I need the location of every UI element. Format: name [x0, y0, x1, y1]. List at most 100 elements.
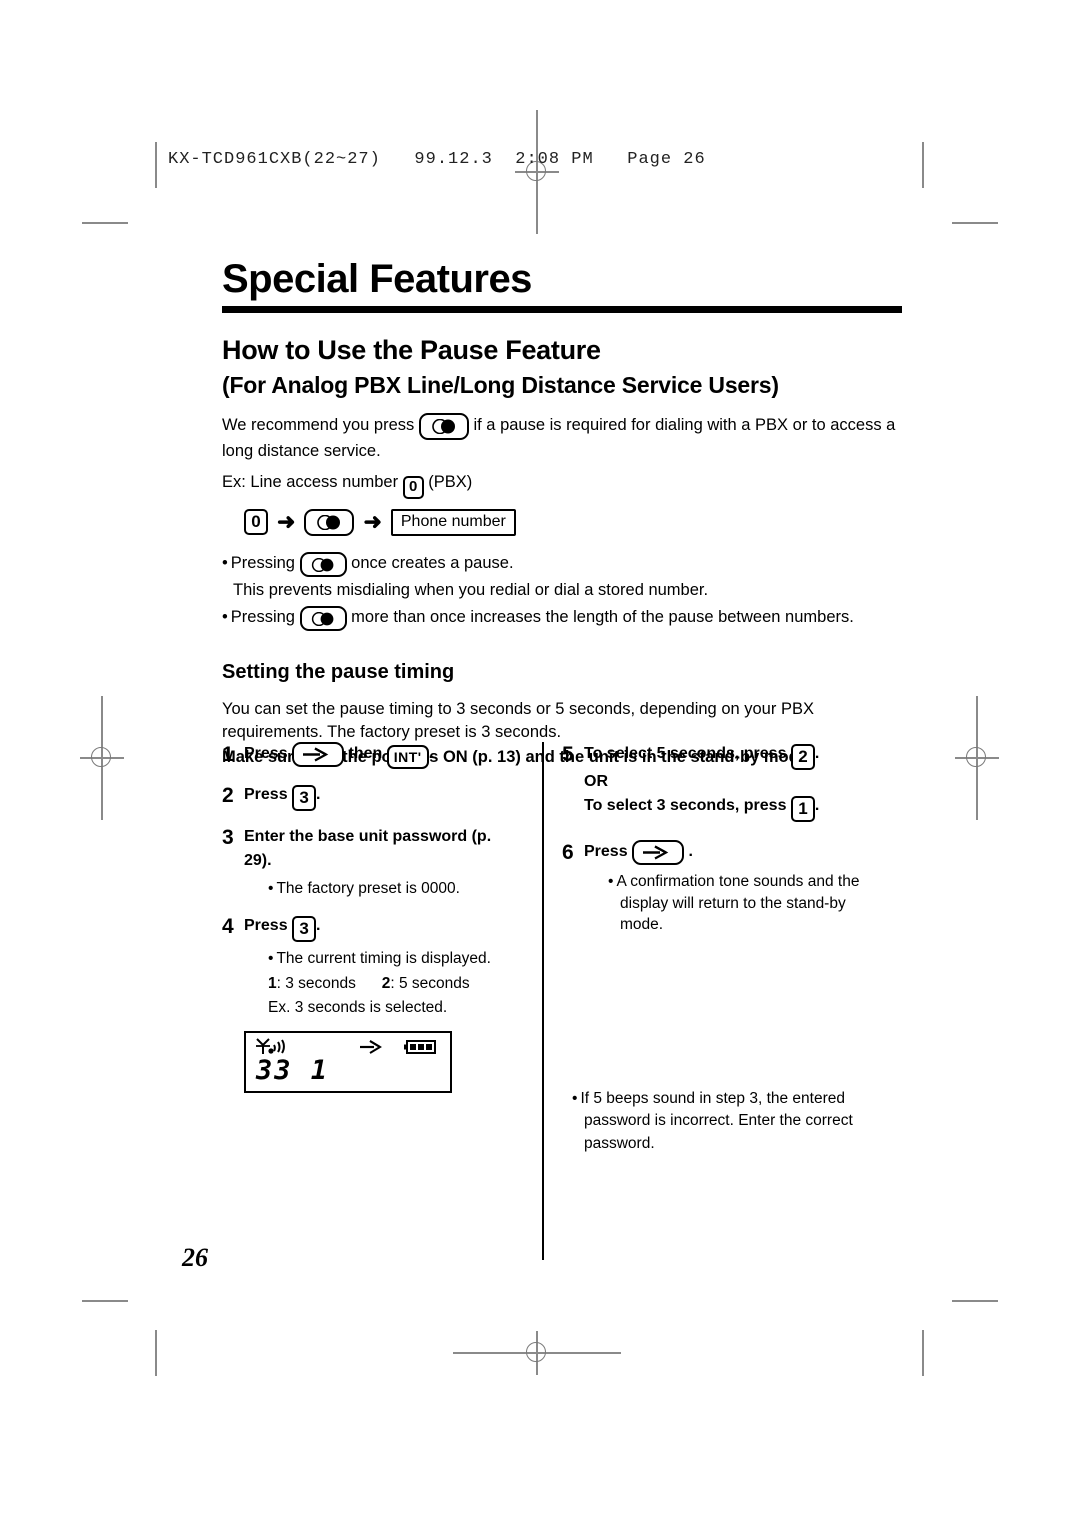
intro-paragraph: We recommend you press if a pause is req… [222, 413, 902, 463]
step-4-post: . [316, 916, 321, 934]
pause-timing-paragraph: You can set the pause timing to 3 second… [222, 700, 814, 742]
pause-key-icon [418, 413, 469, 440]
step-6-number: 6 [562, 840, 574, 864]
step-2: 2 Press 3. [222, 783, 522, 812]
step-6-note: • A confirmation tone sounds and the disp… [608, 871, 882, 936]
chapter-title: Special Features [222, 257, 532, 301]
steps-area: 1 Press then INT'. 2 Press 3. 3 Enter th… [222, 742, 902, 1262]
lcd-digits: 33 1 [256, 1054, 330, 1086]
option-2-label: : 5 seconds [390, 974, 470, 992]
arrow-icon [358, 1039, 388, 1060]
step-5-line2-pre: To select 3 seconds, press [584, 796, 787, 814]
registration-mark-bottom-center [453, 1331, 621, 1375]
step-4-body: Press 3. • The current timing is displaye… [244, 914, 522, 1019]
steps-column-right: 5 To select 5 seconds, press 2. OR To se… [562, 742, 882, 1155]
password-error-note: • If 5 beeps sound in step 3, the entered… [572, 1088, 882, 1155]
dial-sequence: 0 ➜ ➜ Phone number [244, 508, 902, 536]
password-error-text: If 5 beeps sound in step 3, the entered … [580, 1089, 853, 1152]
phone-number-box: Phone number [390, 508, 516, 536]
bullet-2: • Pressing more than once increases the l… [222, 606, 902, 632]
step-5-line2: To select 3 seconds, press 1. [584, 794, 882, 822]
bullet-1-pause-key-icon [299, 552, 347, 578]
bullet-1-continuation: This prevents misdialing when you redial… [233, 579, 902, 602]
chapter-rule [222, 306, 902, 313]
bullet-1-pre: Pressing [230, 553, 295, 572]
page-number: 26 [182, 1243, 208, 1272]
arrow-right-icon-2: ➜ [363, 509, 382, 535]
bullet-dot-icon-6: • [572, 1089, 578, 1107]
intro-text-pre: We recommend you press [222, 416, 415, 434]
bullet-1-post: once creates a pause. [351, 553, 514, 572]
step-5-or: OR [584, 773, 608, 791]
slug-divider [155, 142, 157, 186]
step-5-line2-post: . [814, 796, 820, 814]
bullet-dot-icon-5: • [608, 872, 614, 890]
step-4-pre: Press [244, 916, 288, 934]
step-5: 5 To select 5 seconds, press 2. OR To se… [562, 742, 882, 822]
step-1-number: 1 [222, 743, 234, 766]
print-slug: KX-TCD961CXB(22~27) 99.12.3 2:08 PM Page… [168, 150, 706, 169]
int-key: INT' [386, 745, 429, 770]
step-4-example: Ex. 3 seconds is selected. [268, 999, 448, 1017]
step-1: 1 Press then INT'. [222, 742, 522, 770]
bullet-1: • Pressing once creates a pause. [222, 552, 902, 578]
step-3-note: • The factory preset is 0000. [268, 878, 522, 900]
step-3-note-text: The factory preset is 0000. [276, 879, 460, 897]
step-5-body: To select 5 seconds, press 2. OR To sele… [584, 742, 882, 822]
step-1-post: . [428, 745, 434, 762]
registration-mark-right-middle [955, 696, 999, 820]
step-3-text: Enter the base unit password (p. 29). [244, 828, 492, 869]
step-6: 6 Press . • A confirmation tone sounds an… [562, 839, 882, 936]
digit-key-2: 2 [790, 744, 815, 771]
section-title: How to Use the Pause Feature [222, 335, 601, 365]
bullet-dot-icon-3: • [268, 879, 274, 897]
step-5-number: 5 [562, 743, 574, 766]
bullet-dot-icon-2: • [222, 607, 228, 626]
step-6-pre: Press [584, 842, 628, 860]
digit-key-0: 0 [402, 475, 424, 499]
step-2-number: 2 [222, 784, 234, 808]
seq-pause-key-icon [304, 508, 355, 536]
step-1-body: Press then INT'. [244, 742, 522, 770]
lcd-display: 33 1 [244, 1030, 452, 1093]
step-5-line1-pre: To select 5 seconds, press [584, 745, 787, 762]
crop-mark-top-left [82, 222, 128, 224]
step-4: 4 Press 3. • The current timing is displa… [222, 914, 522, 1019]
step-6-body: Press . • A confirmation tone sounds and … [584, 839, 882, 936]
step-6-note-text: A confirmation tone sounds and the displ… [616, 872, 860, 934]
section-subtitle: (For Analog PBX Line/Long Distance Servi… [222, 372, 779, 398]
seq-digit-key-0: 0 [244, 509, 268, 536]
step-6-post: . [688, 842, 693, 860]
bullet-dot-icon-4: • [268, 949, 274, 967]
option-1-key: 1 [268, 974, 277, 992]
step-5-line1-post: . [814, 745, 820, 762]
bullet-1-cont-text: This prevents misdialing when you redial… [233, 581, 709, 600]
digit-key-3-step2: 3 [292, 785, 317, 812]
example-label: Ex: Line access number [222, 472, 399, 491]
crop-mark-bottom-left [82, 1300, 128, 1302]
bullet-2-pause-key-icon [299, 606, 347, 632]
crop-mark-left-bottom [155, 1330, 157, 1376]
step-4-number: 4 [222, 914, 234, 938]
crop-mark-right-top [922, 142, 924, 188]
subsection-heading: Setting the pause timing [222, 661, 455, 684]
step-2-post: . [316, 786, 321, 804]
step-3-body: Enter the base unit password (p. 29). • T… [244, 825, 522, 899]
program-key-icon-1 [292, 742, 345, 767]
option-1-label: : 3 seconds [276, 974, 356, 992]
example-line: Ex: Line access number 0 (PBX) [222, 471, 902, 499]
digit-key-1: 1 [790, 795, 815, 822]
step-1-mid: then [348, 745, 383, 762]
crop-mark-right-bottom [922, 1330, 924, 1376]
bullet-2-post: more than once increases the length of t… [351, 607, 854, 626]
digit-key-3-step4: 3 [292, 915, 317, 942]
steps-column-left: 1 Press then INT'. 2 Press 3. 3 Enter th… [222, 742, 522, 1093]
step-1-pre: Press [244, 745, 288, 762]
example-suffix: (PBX) [428, 472, 473, 491]
arrow-right-icon-1: ➜ [277, 509, 296, 535]
step-4-note-text: The current timing is displayed. [276, 949, 491, 967]
column-divider [542, 742, 544, 1260]
step-4-options: 1: 3 seconds 2: 5 seconds [268, 973, 522, 995]
bullet-dot-icon-1: • [222, 553, 228, 572]
battery-icon [404, 1039, 438, 1060]
